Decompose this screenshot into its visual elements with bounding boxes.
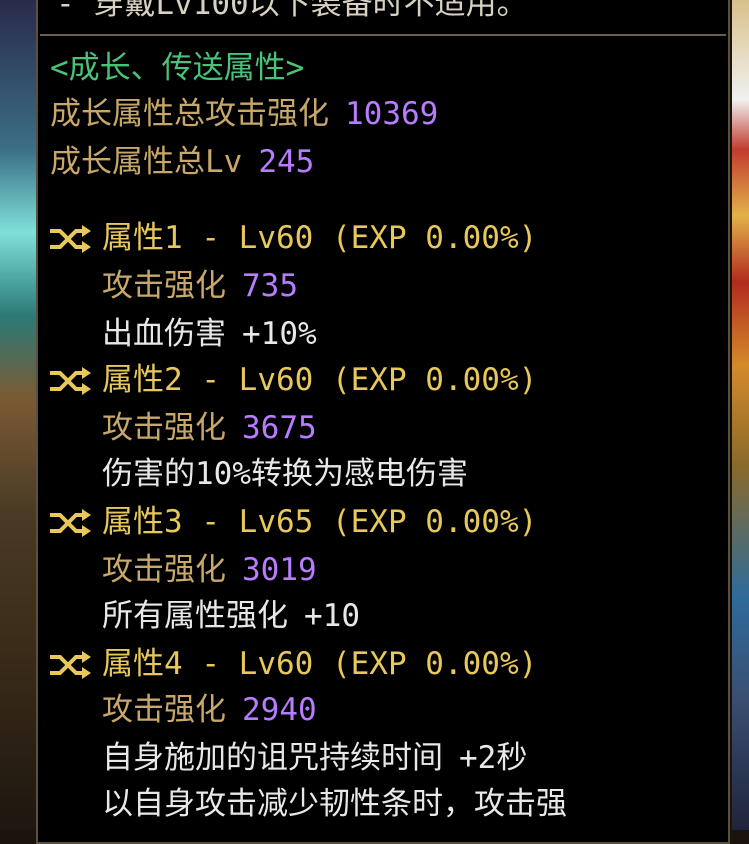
attribute-4-attack-row: 攻击强化 2940 bbox=[102, 692, 317, 728]
attribute-4-attack-label: 攻击强化 bbox=[102, 692, 226, 728]
attribute-1-attack-value: 735 bbox=[242, 268, 298, 304]
tooltip-header-line: - 穿戴Lv100以下装备时不适用。 bbox=[56, 0, 528, 22]
attribute-4-effect-row: 自身施加的诅咒持续时间 +2秒 bbox=[102, 740, 527, 776]
attribute-1-title: 属性1 - Lv60 (EXP 0.00%) bbox=[102, 220, 538, 256]
total-attack-label: 成长属性总攻击强化 bbox=[50, 96, 329, 132]
attribute-4-title: 属性4 - Lv60 (EXP 0.00%) bbox=[102, 646, 538, 682]
attribute-3-effect-row: 所有属性强化 +10 bbox=[102, 598, 360, 634]
total-attack-row: 成长属性总攻击强化 10369 bbox=[50, 96, 438, 132]
attribute-3-effect-value: +10 bbox=[304, 598, 360, 634]
attribute-4-attack-value: 2940 bbox=[242, 692, 317, 728]
attribute-1-attack-label: 攻击强化 bbox=[102, 268, 226, 304]
attribute-2-effect-row: 伤害的10%转换为感电伤害 bbox=[102, 456, 468, 492]
shuffle-icon bbox=[50, 225, 91, 253]
shuffle-icon bbox=[50, 509, 91, 537]
attribute-1-effect-row: 出血伤害 +10% bbox=[102, 316, 317, 352]
shuffle-icon bbox=[50, 651, 91, 679]
attribute-2-effect: 伤害的10%转换为感电伤害 bbox=[102, 456, 468, 492]
attribute-1-attack-row: 攻击强化 735 bbox=[102, 268, 298, 304]
attribute-4-effect: 自身施加的诅咒持续时间 bbox=[102, 740, 443, 776]
attribute-1-effect-value: +10% bbox=[242, 316, 317, 352]
shuffle-icon bbox=[50, 367, 91, 395]
total-lv-value: 245 bbox=[258, 144, 315, 180]
attribute-1-effect: 出血伤害 bbox=[102, 316, 226, 352]
attribute-4-effect-value: +2秒 bbox=[459, 740, 528, 776]
attribute-2-title: 属性2 - Lv60 (EXP 0.00%) bbox=[102, 362, 538, 398]
attribute-3-effect: 所有属性强化 bbox=[102, 598, 288, 634]
game-background-left bbox=[0, 0, 36, 830]
attribute-2-attack-label: 攻击强化 bbox=[102, 410, 226, 446]
attribute-3-attack-label: 攻击强化 bbox=[102, 552, 226, 588]
attribute-4-effect2: 以自身攻击减少韧性条时，攻击强 bbox=[102, 786, 567, 822]
attribute-3-title: 属性3 - Lv65 (EXP 0.00%) bbox=[102, 504, 538, 540]
section-title: <成长、传送属性> bbox=[50, 50, 305, 86]
divider bbox=[40, 34, 726, 36]
total-attack-value: 10369 bbox=[345, 96, 439, 132]
total-lv-label: 成长属性总Lv bbox=[50, 144, 243, 180]
game-background-right bbox=[732, 0, 749, 830]
attribute-2-attack-value: 3675 bbox=[242, 410, 317, 446]
attribute-3-attack-value: 3019 bbox=[242, 552, 317, 588]
total-lv-row: 成长属性总Lv 245 bbox=[50, 144, 314, 180]
attribute-2-attack-row: 攻击强化 3675 bbox=[102, 410, 317, 446]
attribute-3-attack-row: 攻击强化 3019 bbox=[102, 552, 317, 588]
